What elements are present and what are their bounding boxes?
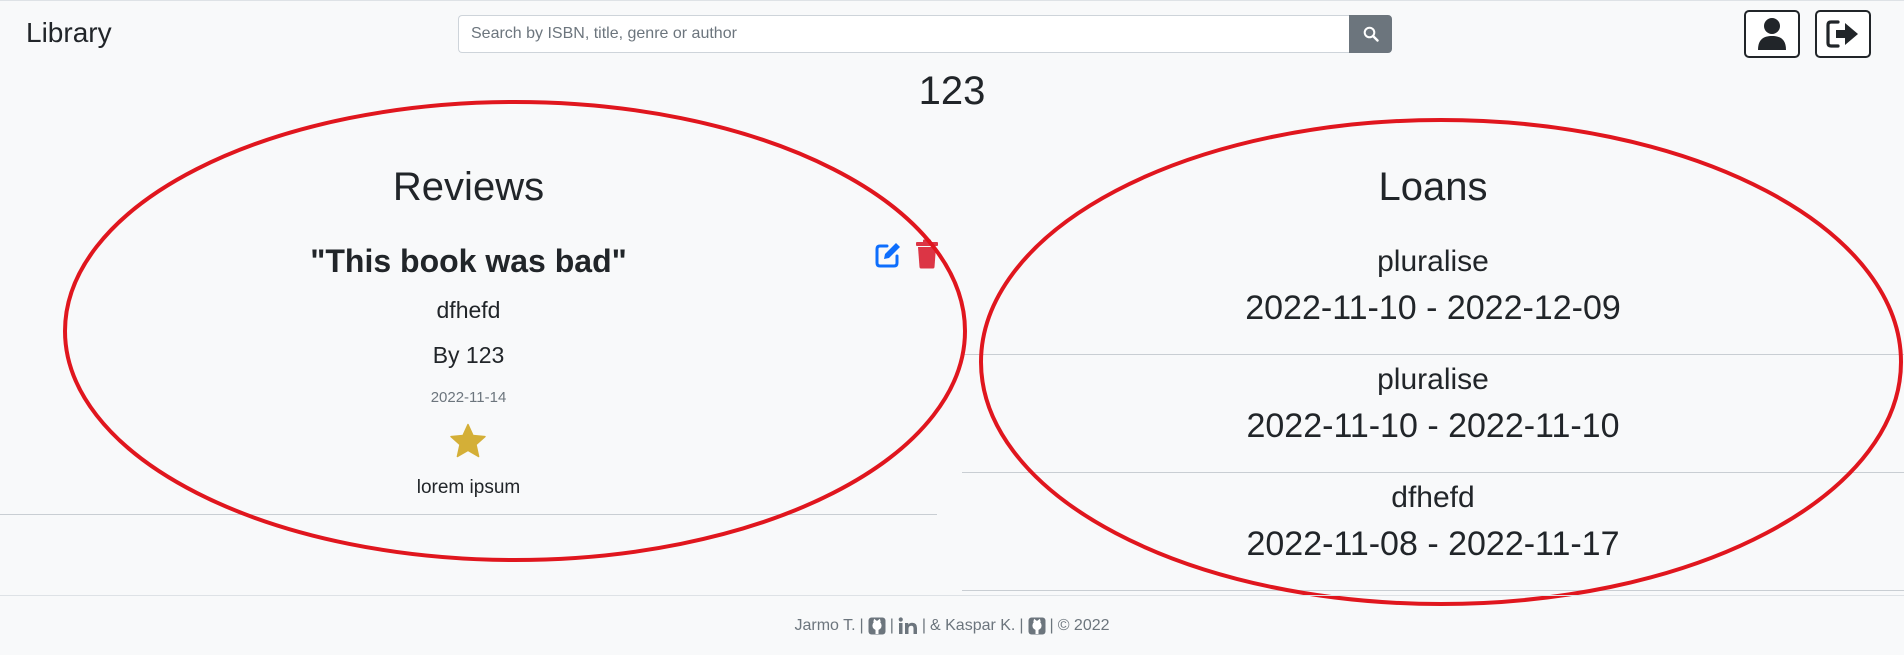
edit-icon [875,243,900,268]
review-title: "This book was bad" [310,243,627,279]
loan-dates: 2022-11-08 - 2022-11-17 [1246,525,1620,563]
linkedin-link[interactable] [898,617,918,635]
github-icon [1028,617,1046,635]
footer-author-2: & Kaspar K. [930,617,1016,634]
loan-user: pluralise [1377,363,1489,396]
review-body: lorem ipsum [416,477,521,498]
review-date: 2022-11-14 [430,389,507,406]
footer-separator: | [1019,617,1024,634]
loan-user: dfhefd [1391,481,1475,514]
search-icon [1363,26,1379,42]
user-icon [1758,18,1786,50]
footer-copyright: © 2022 [1057,617,1110,634]
star-icon [450,423,486,458]
trash-icon [916,239,938,269]
loans-heading: Loans [1378,165,1488,209]
linkedin-icon [898,617,917,634]
loan-item: pluralise 2022-11-10 - 2022-12-09 [962,237,1904,355]
footer-author-1: Jarmo T. [794,617,856,634]
github-link-1[interactable] [868,617,886,635]
review-author: By 123 [432,342,505,368]
review-item: "This book was bad" dfhefd By 123 2022-1… [0,237,939,515]
profile-button[interactable] [1744,10,1800,58]
footer-separator: | [859,617,864,634]
footer-separator: | [1049,617,1054,634]
search-input[interactable] [458,15,1349,53]
loan-dates: 2022-11-10 - 2022-11-10 [1246,407,1620,445]
github-icon [868,617,886,635]
review-username: dfhefd [436,297,501,323]
logout-button[interactable] [1815,10,1871,58]
search-form [458,15,1392,53]
edit-review-button[interactable] [874,241,902,269]
book-title: 123 [918,69,986,113]
logout-icon [1826,20,1858,48]
reviews-heading: Reviews [392,165,545,209]
loan-dates: 2022-11-10 - 2022-12-09 [1245,289,1621,327]
footer-separator: | [921,617,926,634]
loan-item: pluralise 2022-11-10 - 2022-11-10 [962,355,1904,473]
loan-user: pluralise [1377,245,1489,278]
loan-item: dfhefd 2022-11-08 - 2022-11-17 [962,473,1904,591]
delete-review-button[interactable] [915,239,939,269]
footer-separator: | [889,617,894,634]
github-link-2[interactable] [1028,617,1046,635]
page: Library 123 Reviews "This book was bad" … [0,0,1904,655]
rating-stars [449,423,487,464]
footer: Jarmo T. | | | & Kaspar K. | | © 2022 [0,595,1904,655]
brand-logo[interactable]: Library [26,17,112,49]
search-button[interactable] [1349,15,1392,53]
